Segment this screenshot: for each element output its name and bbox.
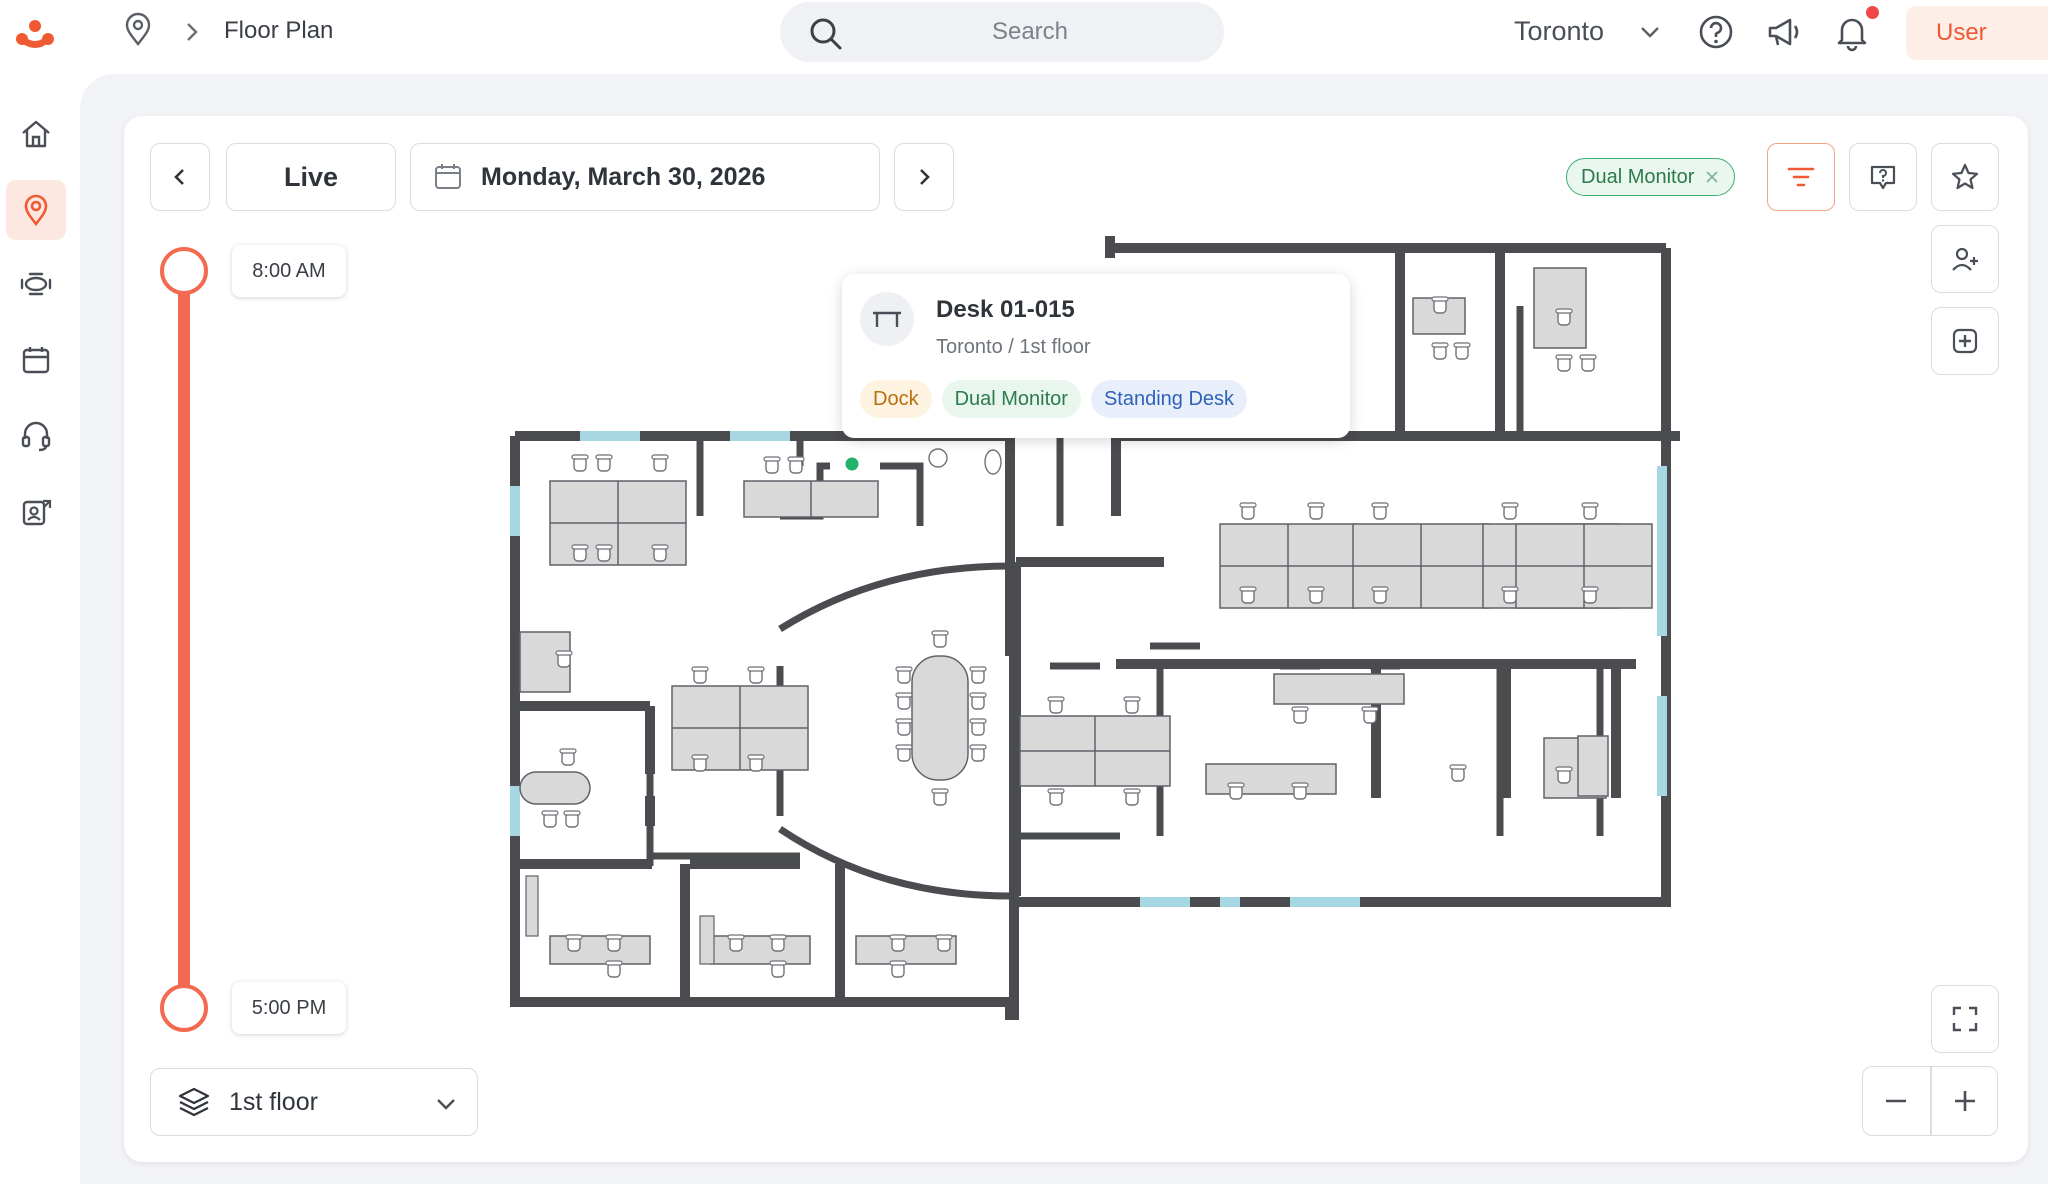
breadcrumb-chevron-icon — [187, 23, 198, 41]
question-chat-icon — [1870, 165, 1896, 190]
favorite-button[interactable] — [1931, 143, 1999, 211]
next-day-button[interactable] — [894, 143, 954, 211]
announcement-megaphone-icon[interactable] — [1764, 12, 1804, 52]
app-logo-icon[interactable] — [12, 18, 58, 52]
minus-icon — [1886, 1099, 1906, 1103]
zoom-in-button[interactable] — [1932, 1067, 1998, 1135]
support-headset-icon — [21, 421, 51, 452]
sidebar-item-visitors[interactable] — [6, 482, 66, 542]
meeting-room-icon — [20, 272, 52, 296]
sidebar-item-floor-plan[interactable] — [6, 180, 66, 240]
desk-amenity-tags: Dock Dual Monitor Standing Desk — [860, 380, 1248, 418]
end-time-handle[interactable] — [160, 984, 208, 1032]
search-input[interactable] — [860, 2, 1200, 62]
chevron-left-icon — [174, 169, 184, 185]
user-menu-button[interactable]: User — [1906, 6, 2048, 60]
tag-dock: Dock — [860, 380, 932, 418]
date-picker[interactable]: Monday, March 30, 2026 — [410, 143, 880, 211]
search-bar[interactable] — [780, 2, 1224, 62]
desk-title: Desk 01-015 — [936, 296, 1075, 323]
filter-icon — [1787, 167, 1815, 187]
map-pin-icon — [24, 194, 48, 227]
start-time-handle[interactable] — [160, 247, 208, 295]
desk-location: Toronto / 1st floor — [936, 336, 1091, 358]
live-button[interactable]: Live — [226, 143, 396, 211]
visitor-badge-icon — [22, 499, 52, 526]
sidebar-item-calendar[interactable] — [6, 330, 66, 390]
sidebar — [0, 74, 76, 1184]
desk-info-popup: Desk 01-015 Toronto / 1st floor Dock Dua… — [842, 274, 1350, 438]
active-filter-chip[interactable]: Dual Monitor — [1566, 158, 1736, 196]
calendar-icon — [22, 347, 50, 374]
add-person-button[interactable] — [1931, 225, 1999, 293]
chevron-right-icon — [920, 169, 930, 185]
time-range-track[interactable] — [178, 272, 190, 992]
plus-square-icon — [1952, 328, 1978, 354]
notifications-bell-icon[interactable] — [1832, 12, 1872, 52]
zoom-controls — [1862, 1066, 1998, 1136]
floor-selector-value: 1st floor — [229, 1087, 318, 1116]
star-icon — [1951, 163, 1979, 190]
end-time-label: 5:00 PM — [232, 982, 346, 1034]
selected-date: Monday, March 30, 2026 — [481, 162, 766, 191]
add-user-icon — [1952, 247, 1978, 271]
notification-badge — [1866, 6, 1879, 19]
previous-day-button[interactable] — [150, 143, 210, 211]
chevron-down-icon — [437, 1099, 455, 1110]
location-selector[interactable]: Toronto — [1514, 16, 1604, 47]
search-icon — [810, 18, 842, 50]
close-icon[interactable] — [1704, 169, 1720, 185]
add-item-button[interactable] — [1931, 307, 1999, 375]
location-pin-icon — [125, 12, 151, 46]
feedback-button[interactable] — [1849, 143, 1917, 211]
fullscreen-icon — [1952, 1006, 1978, 1032]
plus-icon — [1955, 1091, 1975, 1111]
sidebar-item-rooms[interactable] — [6, 254, 66, 314]
tag-dual-monitor: Dual Monitor — [941, 380, 1081, 418]
tag-standing-desk: Standing Desk — [1090, 380, 1248, 418]
desk-icon — [860, 292, 914, 346]
filter-button[interactable] — [1767, 143, 1835, 211]
filter-chip-label: Dual Monitor — [1581, 165, 1695, 188]
help-icon[interactable] — [1696, 12, 1736, 52]
sidebar-item-home[interactable] — [6, 104, 66, 164]
layers-icon — [178, 1087, 210, 1117]
chevron-down-icon[interactable] — [1636, 18, 1664, 46]
fullscreen-button[interactable] — [1931, 985, 1999, 1053]
floor-selector[interactable]: 1st floor — [150, 1068, 478, 1136]
home-icon — [22, 120, 50, 148]
start-time-label: 8:00 AM — [232, 245, 346, 297]
available-desk-marker — [842, 454, 862, 474]
calendar-icon — [435, 164, 461, 189]
page-title: Floor Plan — [224, 17, 334, 44]
sidebar-item-support[interactable] — [6, 406, 66, 466]
zoom-out-button[interactable] — [1863, 1067, 1929, 1135]
top-bar: Floor Plan Toronto User — [0, 0, 2048, 74]
